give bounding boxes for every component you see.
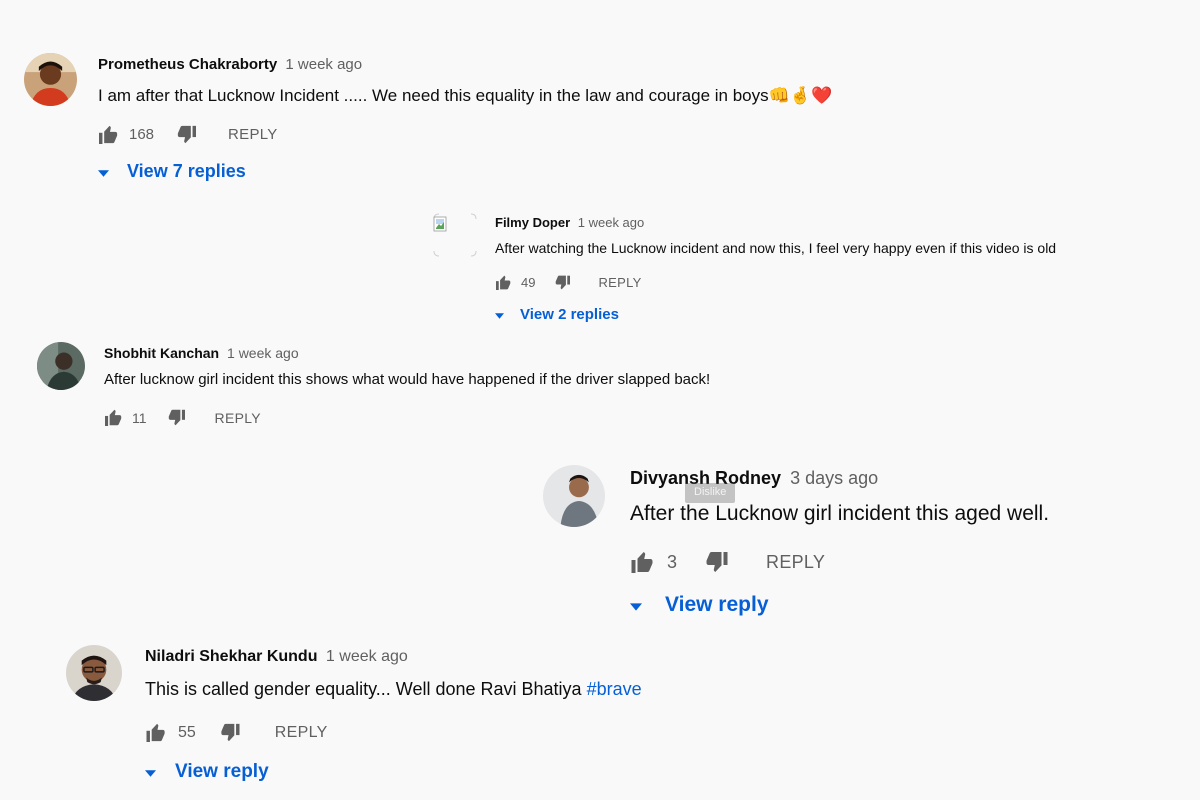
reply-button[interactable]: REPLY xyxy=(215,410,261,426)
like-count: 11 xyxy=(132,409,147,426)
view-replies-button[interactable]: View reply xyxy=(145,761,269,783)
view-replies-button[interactable]: View reply xyxy=(630,593,769,617)
comment-timestamp[interactable]: 1 week ago xyxy=(578,215,645,230)
thumbs-up-icon[interactable] xyxy=(145,723,167,742)
reply-button[interactable]: REPLY xyxy=(598,275,641,290)
thumbs-up-icon[interactable] xyxy=(630,551,655,573)
comment-timestamp[interactable]: 3 days ago xyxy=(790,468,878,488)
comment-timestamp[interactable]: 1 week ago xyxy=(326,648,408,665)
like-count: 3 xyxy=(667,551,678,572)
comment-author[interactable]: Prometheus Chakraborty xyxy=(98,56,277,73)
comment-author[interactable]: Filmy Doper xyxy=(495,215,570,230)
view-replies-button[interactable]: View 7 replies xyxy=(98,161,246,182)
thumbs-up-icon[interactable] xyxy=(495,275,512,290)
thumbs-down-icon[interactable] xyxy=(554,275,571,290)
like-count: 168 xyxy=(129,126,155,143)
avatar[interactable] xyxy=(66,645,122,701)
comment-text: After lucknow girl incident this shows w… xyxy=(104,371,711,388)
thumbs-up-icon[interactable] xyxy=(104,409,123,426)
reply-button[interactable]: REPLY xyxy=(275,724,328,742)
thumbs-down-icon[interactable] xyxy=(176,125,197,144)
comment-text: I am after that Lucknow Incident ..... W… xyxy=(98,86,769,105)
comments-screenshot: Prometheus Chakraborty 1 week ago I am a… xyxy=(0,0,1200,800)
comment-timestamp[interactable]: 1 week ago xyxy=(227,345,299,361)
reply-button[interactable]: REPLY xyxy=(228,126,278,143)
view-replies-label: View reply xyxy=(665,593,769,616)
comment-author[interactable]: Niladri Shekhar Kundu xyxy=(145,648,317,665)
thumbs-down-icon[interactable] xyxy=(704,551,729,573)
caret-down-icon xyxy=(495,306,504,323)
comment-text: This is called gender equality... Well d… xyxy=(145,679,587,699)
comment-emoji: 👊🤞❤️ xyxy=(768,86,833,105)
comment-text: After watching the Lucknow incident and … xyxy=(495,240,1057,256)
caret-down-icon xyxy=(630,593,642,617)
avatar[interactable] xyxy=(24,53,77,106)
like-count: 49 xyxy=(521,275,536,290)
caret-down-icon xyxy=(98,161,109,182)
reply-button[interactable]: REPLY xyxy=(766,552,825,573)
caret-down-icon xyxy=(145,761,156,783)
hashtag-link[interactable]: #brave xyxy=(587,679,642,699)
avatar[interactable] xyxy=(543,465,605,527)
avatar[interactable] xyxy=(433,213,477,257)
view-replies-label: View reply xyxy=(175,761,269,782)
view-replies-label: View 7 replies xyxy=(127,161,246,181)
thumbs-down-icon[interactable] xyxy=(167,409,186,426)
comment-author[interactable]: Shobhit Kanchan xyxy=(104,345,219,361)
thumbs-down-icon[interactable] xyxy=(219,723,241,742)
comment-text: After the Lucknow girl incident this age… xyxy=(630,502,1050,525)
view-replies-button[interactable]: View 2 replies xyxy=(495,306,619,323)
dislike-tooltip: Dislike xyxy=(685,483,736,503)
avatar[interactable] xyxy=(37,342,85,390)
comment-timestamp[interactable]: 1 week ago xyxy=(285,56,362,73)
thumbs-up-icon[interactable] xyxy=(98,125,119,144)
like-count: 55 xyxy=(178,723,196,741)
view-replies-label: View 2 replies xyxy=(520,306,619,323)
